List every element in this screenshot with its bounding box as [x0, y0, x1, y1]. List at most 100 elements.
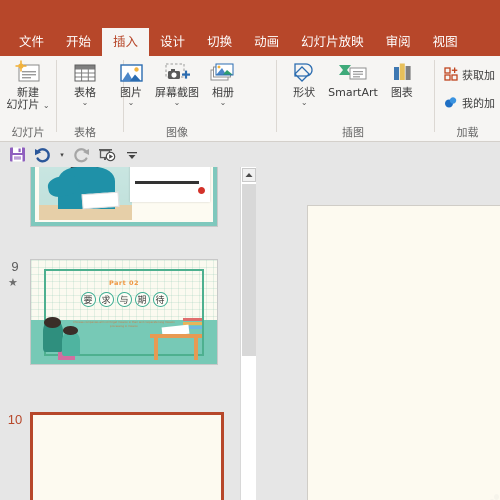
slide-9-title: 要 求 与 期 待: [31, 292, 217, 308]
smartart-label: SmartArt: [328, 86, 378, 99]
tab-animations[interactable]: 动画: [243, 28, 290, 56]
ribbon-group-images-label: 图像: [166, 126, 188, 139]
tab-file[interactable]: 文件: [8, 28, 55, 56]
text-line-bold: [134, 180, 199, 184]
ribbon-group-table-label: 表格: [74, 126, 96, 139]
my-addins-button[interactable]: 我的加: [441, 92, 498, 114]
new-slide-button[interactable]: 新建 幻灯片 ⌄: [2, 59, 53, 112]
slide-editing-area[interactable]: Baidu 经验 jingyan.baidu.com: [257, 167, 500, 500]
powerpoint-window: 文件 开始 插入 设计 切换 动画 幻灯片放映 审阅 视图 新建 幻灯片 ⌄ 幻…: [0, 0, 500, 500]
tab-view[interactable]: 视图: [422, 28, 469, 56]
list-item[interactable]: 10 2020 个人总结汇报 · Summary: [0, 412, 240, 500]
list-item[interactable]: [0, 167, 240, 227]
scrollbar-thumb[interactable]: [242, 184, 256, 356]
kids-illustration: [42, 314, 98, 360]
new-slide-label-bottom: 幻灯片 ⌄: [6, 99, 49, 112]
desk-leg-shape: [194, 338, 198, 360]
shapes-icon: [289, 59, 319, 87]
ribbon-group-slides-label: 幻灯片: [11, 126, 45, 139]
my-addins-icon: [444, 95, 458, 112]
desk-illustration: [150, 318, 203, 360]
table-button[interactable]: 表格 ⌄: [65, 59, 105, 107]
tab-design[interactable]: 设计: [149, 28, 196, 56]
ribbon-group-slides: 新建 幻灯片 ⌄ 幻灯片: [0, 56, 56, 142]
photo-album-icon: [209, 59, 237, 87]
slide-thumbnail-8[interactable]: [30, 167, 218, 227]
shapes-button[interactable]: 形状 ⌄: [284, 59, 324, 107]
title-char: 期: [134, 292, 150, 308]
chart-icon: [389, 59, 415, 87]
smartart-button[interactable]: SmartArt: [324, 59, 382, 99]
paw-icon: [487, 493, 500, 500]
get-addins-button[interactable]: 获取加: [441, 64, 498, 86]
desk-leg-shape: [154, 338, 158, 360]
tab-slideshow[interactable]: 幻灯片放映: [290, 28, 375, 56]
smartart-icon: [336, 59, 370, 87]
slide-8-content: [31, 167, 217, 226]
book-shape: [81, 191, 120, 209]
chevron-down-icon[interactable]: ⌄: [220, 99, 227, 107]
slide-number-10: 10: [7, 412, 23, 427]
picture-button[interactable]: 图片 ⌄: [111, 59, 151, 107]
ribbon: 新建 幻灯片 ⌄ 幻灯片 表格 ⌄ 表格 图片 ⌄ 屏幕截图 ⌄ 相册 ⌄ 图像…: [0, 56, 500, 142]
quick-access-toolbar: ▾: [0, 142, 500, 167]
tab-home[interactable]: 开始: [55, 28, 102, 56]
chevron-down-icon[interactable]: ⌄: [128, 99, 135, 107]
slide-thumbnail-panel[interactable]: 9 ★ Part 02 要 求 与 期 待 Chinese companies …: [0, 167, 240, 500]
get-addins-icon: [444, 66, 458, 84]
ribbon-group-addins: 获取加 我的加 加载: [435, 56, 500, 142]
ribbon-group-illustrations: 形状 ⌄ SmartArt 图表 插图: [277, 56, 429, 142]
slide-10-content: 2020 个人总结汇报 · Summary: [33, 415, 221, 500]
tab-transitions[interactable]: 切换: [196, 28, 243, 56]
ribbon-group-table: 表格 ⌄ 表格: [57, 56, 113, 142]
undo-dropdown-chevron-down-icon[interactable]: ▾: [56, 144, 68, 165]
scroll-up-button[interactable]: [242, 168, 256, 182]
chevron-down-icon[interactable]: ⌄: [301, 99, 308, 107]
chart-label: 图表: [390, 86, 413, 99]
title-bar: [0, 0, 500, 28]
slide-8-photo: [39, 167, 132, 220]
kid-head-shape: [44, 316, 62, 328]
title-char: 与: [116, 292, 132, 308]
slide-9-content: Part 02 要 求 与 期 待 Chinese companies will…: [31, 260, 217, 364]
animation-star-icon: ★: [8, 276, 18, 289]
title-char: 要: [80, 292, 96, 308]
title-char: 待: [152, 292, 168, 308]
cherry-icon: [198, 186, 206, 194]
chevron-down-icon[interactable]: ⌄: [43, 101, 50, 110]
tab-review[interactable]: 审阅: [375, 28, 422, 56]
my-addins-label: 我的加: [462, 97, 495, 110]
picture-icon: [118, 59, 144, 87]
table-icon: [72, 59, 98, 87]
undo-button[interactable]: [31, 144, 53, 165]
slide-9-part-label: Part 02: [108, 278, 140, 287]
slide-8-text-card: [129, 167, 210, 203]
ribbon-group-illustrations-label: 插图: [342, 126, 364, 139]
tab-insert[interactable]: 插入: [102, 28, 150, 56]
current-slide-canvas[interactable]: Baidu 经验 jingyan.baidu.com: [307, 205, 500, 500]
ribbon-group-addins-label: 加载: [456, 126, 479, 139]
title-char: 求: [98, 292, 114, 308]
screenshot-icon: [162, 59, 192, 87]
book-shape: [183, 318, 203, 322]
slide-number-9: 9: [11, 259, 19, 274]
photo-album-button[interactable]: 相册 ⌄: [203, 59, 243, 107]
new-slide-label-bottom-text: 幻灯片: [6, 98, 40, 111]
slide-thumbnail-9[interactable]: Part 02 要 求 与 期 待 Chinese companies will…: [30, 259, 218, 365]
customize-qat-button[interactable]: [121, 144, 143, 165]
slide-thumbnail-10[interactable]: 2020 个人总结汇报 · Summary: [30, 412, 224, 500]
kid-head-shape: [63, 326, 78, 336]
chevron-down-icon[interactable]: ⌄: [174, 99, 181, 107]
save-button[interactable]: [6, 144, 28, 165]
screenshot-button[interactable]: 屏幕截图 ⌄: [151, 59, 203, 107]
redo-button[interactable]: [71, 144, 93, 165]
triangle-up-icon: [245, 173, 253, 177]
start-slideshow-button[interactable]: [96, 144, 118, 165]
list-item[interactable]: 9 ★ Part 02 要 求 与 期 待 Chinese companies …: [0, 259, 240, 371]
kid-shape: [62, 332, 81, 357]
chart-button[interactable]: 图表: [382, 59, 422, 99]
chevron-down-icon[interactable]: ⌄: [82, 99, 89, 107]
new-slide-icon: [14, 59, 42, 87]
slide-panel-scrollbar[interactable]: [240, 167, 256, 500]
get-addins-label: 获取加: [462, 69, 495, 82]
